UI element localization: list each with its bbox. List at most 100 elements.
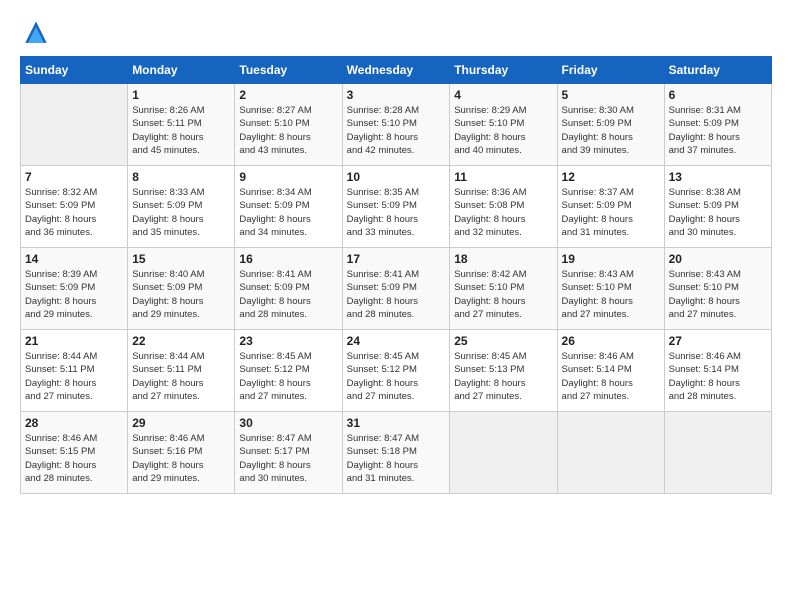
day-number: 5 xyxy=(562,88,660,102)
week-row-4: 28Sunrise: 8:46 AMSunset: 5:15 PMDayligh… xyxy=(21,412,772,494)
week-row-0: 1 Sunrise: 8:26 AMSunset: 5:11 PMDaylight… xyxy=(21,84,772,166)
day-cell: 20 Sunrise: 8:43 AMSunset: 5:10 PMDayligh… xyxy=(664,248,771,330)
day-number: 4 xyxy=(454,88,552,102)
logo xyxy=(20,18,56,50)
day-cell: 10 Sunrise: 8:35 AMSunset: 5:09 PMDayligh… xyxy=(342,166,450,248)
week-row-2: 14 Sunrise: 8:39 AMSunset: 5:09 PMDayligh… xyxy=(21,248,772,330)
day-number: 1 xyxy=(132,88,230,102)
day-info: Sunrise: 8:45 AMSunset: 5:12 PMDaylight:… xyxy=(239,350,337,403)
day-info: Sunrise: 8:30 AMSunset: 5:09 PMDaylight:… xyxy=(562,104,660,157)
page-container: SundayMondayTuesdayWednesdayThursdayFrid… xyxy=(0,0,792,504)
day-info: Sunrise: 8:46 AMSunset: 5:14 PMDaylight:… xyxy=(669,350,767,403)
day-number: 9 xyxy=(239,170,337,184)
day-cell: 26 Sunrise: 8:46 AMSunset: 5:14 PMDayligh… xyxy=(557,330,664,412)
day-cell: 30Sunrise: 8:47 AMSunset: 5:17 PMDayligh… xyxy=(235,412,342,494)
day-number: 10 xyxy=(347,170,446,184)
day-cell: 14 Sunrise: 8:39 AMSunset: 5:09 PMDayligh… xyxy=(21,248,128,330)
col-header-thursday: Thursday xyxy=(450,57,557,84)
day-number: 17 xyxy=(347,252,446,266)
day-number: 12 xyxy=(562,170,660,184)
day-cell: 25Sunrise: 8:45 AMSunset: 5:13 PMDayligh… xyxy=(450,330,557,412)
day-number: 29 xyxy=(132,416,230,430)
day-cell: 2Sunrise: 8:27 AMSunset: 5:10 PMDaylight… xyxy=(235,84,342,166)
day-cell xyxy=(557,412,664,494)
day-number: 14 xyxy=(25,252,123,266)
day-cell: 23 Sunrise: 8:45 AMSunset: 5:12 PMDayligh… xyxy=(235,330,342,412)
day-info: Sunrise: 8:42 AMSunset: 5:10 PMDaylight:… xyxy=(454,268,552,321)
day-cell: 9Sunrise: 8:34 AMSunset: 5:09 PMDaylight… xyxy=(235,166,342,248)
day-cell: 6 Sunrise: 8:31 AMSunset: 5:09 PMDaylight… xyxy=(664,84,771,166)
day-number: 21 xyxy=(25,334,123,348)
day-cell: 3 Sunrise: 8:28 AMSunset: 5:10 PMDaylight… xyxy=(342,84,450,166)
day-number: 15 xyxy=(132,252,230,266)
day-number: 28 xyxy=(25,416,123,430)
week-row-1: 7 Sunrise: 8:32 AMSunset: 5:09 PMDaylight… xyxy=(21,166,772,248)
day-cell: 13 Sunrise: 8:38 AMSunset: 5:09 PMDayligh… xyxy=(664,166,771,248)
day-number: 6 xyxy=(669,88,767,102)
header-row xyxy=(20,18,772,50)
day-info: Sunrise: 8:31 AMSunset: 5:09 PMDaylight:… xyxy=(669,104,767,157)
day-number: 2 xyxy=(239,88,337,102)
day-number: 31 xyxy=(347,416,446,430)
day-info: Sunrise: 8:41 AMSunset: 5:09 PMDaylight:… xyxy=(239,268,337,321)
day-info: Sunrise: 8:29 AMSunset: 5:10 PMDaylight:… xyxy=(454,104,552,157)
day-info: Sunrise: 8:36 AMSunset: 5:08 PMDaylight:… xyxy=(454,186,552,239)
day-number: 25 xyxy=(454,334,552,348)
day-number: 23 xyxy=(239,334,337,348)
day-number: 11 xyxy=(454,170,552,184)
day-cell: 15 Sunrise: 8:40 AMSunset: 5:09 PMDayligh… xyxy=(128,248,235,330)
day-info: Sunrise: 8:44 AMSunset: 5:11 PMDaylight:… xyxy=(25,350,123,403)
day-number: 27 xyxy=(669,334,767,348)
day-info: Sunrise: 8:47 AMSunset: 5:18 PMDaylight:… xyxy=(347,432,446,485)
day-info: Sunrise: 8:33 AMSunset: 5:09 PMDaylight:… xyxy=(132,186,230,239)
day-info: Sunrise: 8:46 AMSunset: 5:16 PMDaylight:… xyxy=(132,432,230,485)
day-info: Sunrise: 8:26 AMSunset: 5:11 PMDaylight:… xyxy=(132,104,230,157)
col-header-monday: Monday xyxy=(128,57,235,84)
day-number: 20 xyxy=(669,252,767,266)
col-header-tuesday: Tuesday xyxy=(235,57,342,84)
day-number: 3 xyxy=(347,88,446,102)
calendar-table: SundayMondayTuesdayWednesdayThursdayFrid… xyxy=(20,56,772,494)
day-cell xyxy=(21,84,128,166)
col-header-sunday: Sunday xyxy=(21,57,128,84)
day-cell: 1 Sunrise: 8:26 AMSunset: 5:11 PMDaylight… xyxy=(128,84,235,166)
day-info: Sunrise: 8:43 AMSunset: 5:10 PMDaylight:… xyxy=(669,268,767,321)
header-row-days: SundayMondayTuesdayWednesdayThursdayFrid… xyxy=(21,57,772,84)
day-cell: 7 Sunrise: 8:32 AMSunset: 5:09 PMDaylight… xyxy=(21,166,128,248)
col-header-friday: Friday xyxy=(557,57,664,84)
day-cell: 22 Sunrise: 8:44 AMSunset: 5:11 PMDayligh… xyxy=(128,330,235,412)
logo-icon xyxy=(20,18,52,50)
day-cell: 18 Sunrise: 8:42 AMSunset: 5:10 PMDayligh… xyxy=(450,248,557,330)
day-cell: 11 Sunrise: 8:36 AMSunset: 5:08 PMDayligh… xyxy=(450,166,557,248)
day-info: Sunrise: 8:39 AMSunset: 5:09 PMDaylight:… xyxy=(25,268,123,321)
day-number: 13 xyxy=(669,170,767,184)
day-number: 26 xyxy=(562,334,660,348)
col-header-saturday: Saturday xyxy=(664,57,771,84)
day-info: Sunrise: 8:43 AMSunset: 5:10 PMDaylight:… xyxy=(562,268,660,321)
day-cell: 28Sunrise: 8:46 AMSunset: 5:15 PMDayligh… xyxy=(21,412,128,494)
day-info: Sunrise: 8:45 AMSunset: 5:12 PMDaylight:… xyxy=(347,350,446,403)
day-cell: 29 Sunrise: 8:46 AMSunset: 5:16 PMDayligh… xyxy=(128,412,235,494)
day-info: Sunrise: 8:32 AMSunset: 5:09 PMDaylight:… xyxy=(25,186,123,239)
day-info: Sunrise: 8:28 AMSunset: 5:10 PMDaylight:… xyxy=(347,104,446,157)
day-info: Sunrise: 8:38 AMSunset: 5:09 PMDaylight:… xyxy=(669,186,767,239)
day-info: Sunrise: 8:46 AMSunset: 5:14 PMDaylight:… xyxy=(562,350,660,403)
day-number: 16 xyxy=(239,252,337,266)
day-number: 22 xyxy=(132,334,230,348)
day-cell: 21 Sunrise: 8:44 AMSunset: 5:11 PMDayligh… xyxy=(21,330,128,412)
day-info: Sunrise: 8:35 AMSunset: 5:09 PMDaylight:… xyxy=(347,186,446,239)
day-cell: 19 Sunrise: 8:43 AMSunset: 5:10 PMDayligh… xyxy=(557,248,664,330)
day-number: 19 xyxy=(562,252,660,266)
day-number: 24 xyxy=(347,334,446,348)
day-cell: 27 Sunrise: 8:46 AMSunset: 5:14 PMDayligh… xyxy=(664,330,771,412)
day-info: Sunrise: 8:47 AMSunset: 5:17 PMDaylight:… xyxy=(239,432,337,485)
day-info: Sunrise: 8:40 AMSunset: 5:09 PMDaylight:… xyxy=(132,268,230,321)
day-info: Sunrise: 8:37 AMSunset: 5:09 PMDaylight:… xyxy=(562,186,660,239)
day-cell: 17Sunrise: 8:41 AMSunset: 5:09 PMDayligh… xyxy=(342,248,450,330)
day-info: Sunrise: 8:44 AMSunset: 5:11 PMDaylight:… xyxy=(132,350,230,403)
day-number: 7 xyxy=(25,170,123,184)
day-cell: 8Sunrise: 8:33 AMSunset: 5:09 PMDaylight… xyxy=(128,166,235,248)
day-cell: 4 Sunrise: 8:29 AMSunset: 5:10 PMDaylight… xyxy=(450,84,557,166)
week-row-3: 21 Sunrise: 8:44 AMSunset: 5:11 PMDayligh… xyxy=(21,330,772,412)
day-number: 18 xyxy=(454,252,552,266)
